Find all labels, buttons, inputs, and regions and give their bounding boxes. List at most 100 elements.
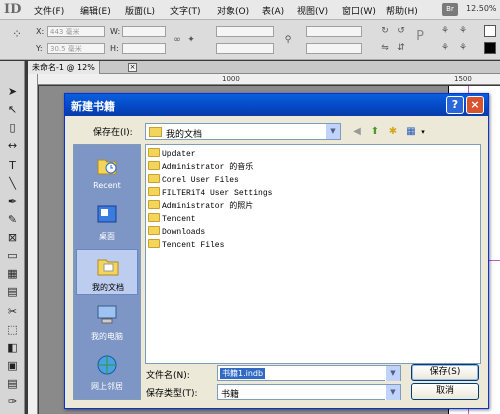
folder-icon bbox=[148, 148, 160, 157]
gap-tool-icon[interactable]: ↔ bbox=[4, 137, 21, 154]
line-tool-icon[interactable]: ╲ bbox=[4, 175, 21, 192]
close-icon[interactable]: × bbox=[128, 63, 137, 72]
back-icon[interactable]: ◀ bbox=[350, 125, 364, 139]
select-content-icon[interactable]: ⚘ bbox=[458, 26, 468, 36]
save-button[interactable]: 保存(S) bbox=[411, 364, 479, 381]
menu-type[interactable]: 文字(T) bbox=[170, 4, 201, 17]
place-label: 网上邻居 bbox=[91, 382, 123, 391]
zoom-level[interactable]: 12.50% bbox=[466, 4, 497, 13]
place-desktop[interactable]: 桌面 bbox=[76, 199, 138, 245]
transform-icon[interactable]: ✦ bbox=[186, 35, 196, 45]
rotate-ccw-icon[interactable]: ↺ bbox=[396, 26, 406, 36]
gradient-feather-tool-icon[interactable]: ▣ bbox=[4, 357, 21, 374]
y-label: Y: bbox=[36, 44, 43, 53]
h-field[interactable] bbox=[122, 43, 166, 54]
list-item[interactable]: Tencent Files bbox=[148, 239, 224, 252]
chevron-down-icon[interactable]: ▼ bbox=[385, 385, 400, 400]
app-logo: ID bbox=[4, 2, 22, 17]
vertical-ruler[interactable] bbox=[28, 74, 38, 414]
bridge-button[interactable]: Br bbox=[442, 3, 458, 16]
list-item[interactable]: Corel User Files bbox=[148, 174, 239, 187]
selection-tool-icon[interactable]: ➤ bbox=[4, 83, 21, 100]
places-bar: Recent 桌面 我的文档 我的电脑 网上邻居 bbox=[73, 144, 141, 400]
dialog-titlebar[interactable]: 新建书籍 ? × bbox=[65, 94, 488, 116]
list-item[interactable]: Updater bbox=[148, 148, 196, 161]
chevron-down-icon[interactable]: ▾ bbox=[416, 125, 430, 139]
select-next-icon[interactable]: ⚘ bbox=[458, 43, 468, 53]
type-tool-icon[interactable]: T bbox=[4, 157, 21, 174]
rotate-cw-icon[interactable]: ↻ bbox=[380, 26, 390, 36]
flip-v-icon[interactable]: ⇵ bbox=[396, 43, 406, 53]
link-icon[interactable]: ⚲ bbox=[283, 35, 293, 45]
select-container-icon[interactable]: ⚘ bbox=[440, 26, 450, 36]
shear-field[interactable] bbox=[306, 43, 362, 54]
document-tab[interactable]: 未命名-1 @ 12% bbox=[28, 61, 100, 74]
file-list[interactable]: Updater Administrator 的音乐 Corel User Fil… bbox=[145, 144, 481, 364]
scale-y-field[interactable] bbox=[216, 43, 274, 54]
list-item[interactable]: Downloads bbox=[148, 226, 205, 239]
rotate-field[interactable] bbox=[306, 26, 362, 37]
menu-object[interactable]: 对象(O) bbox=[217, 4, 249, 17]
w-label: W: bbox=[110, 27, 121, 36]
constrain-icon[interactable]: ∞ bbox=[172, 35, 182, 45]
menu-edit[interactable]: 编辑(E) bbox=[80, 4, 111, 17]
close-button[interactable]: × bbox=[466, 96, 484, 114]
stroke-swatch[interactable] bbox=[484, 42, 496, 54]
free-transform-tool-icon[interactable]: ⬚ bbox=[4, 321, 21, 338]
lookin-value: 我的文档 bbox=[166, 130, 203, 140]
grid-tool-icon[interactable]: ▤ bbox=[4, 283, 21, 300]
rect-frame-tool-icon[interactable]: ⊠ bbox=[4, 229, 21, 246]
table-tool-icon[interactable]: ▦ bbox=[4, 265, 21, 282]
help-button[interactable]: ? bbox=[446, 96, 464, 114]
list-item[interactable]: FILTERiT4 User Settings bbox=[148, 187, 272, 200]
gradient-tool-icon[interactable]: ◧ bbox=[4, 339, 21, 356]
up-folder-icon[interactable]: ⬆ bbox=[368, 125, 382, 139]
eyedropper-tool-icon[interactable]: ✑ bbox=[4, 393, 21, 410]
chevron-down-icon[interactable]: ▼ bbox=[325, 124, 340, 139]
h-label: H: bbox=[110, 44, 119, 53]
place-recent[interactable]: Recent bbox=[76, 149, 138, 195]
rect-tool-icon[interactable]: ▭ bbox=[4, 247, 21, 264]
new-folder-icon[interactable]: ✱ bbox=[386, 125, 400, 139]
desktop-icon bbox=[97, 205, 117, 223]
w-field[interactable] bbox=[122, 26, 166, 37]
pen-tool-icon[interactable]: ✒ bbox=[4, 193, 21, 210]
filetype-dropdown[interactable]: 书籍 ▼ bbox=[217, 384, 401, 400]
list-item[interactable]: Administrator 的照片 bbox=[148, 200, 253, 213]
fill-swatch[interactable] bbox=[484, 25, 496, 37]
place-my-computer[interactable]: 我的电脑 bbox=[76, 299, 138, 345]
computer-icon bbox=[97, 305, 117, 324]
list-item[interactable]: Tencent bbox=[148, 213, 196, 226]
cancel-button[interactable]: 取消 bbox=[411, 383, 479, 400]
horizontal-ruler[interactable]: 1000 1500 bbox=[38, 74, 500, 85]
flip-h-icon[interactable]: ⇋ bbox=[380, 43, 390, 53]
menu-file[interactable]: 文件(F) bbox=[34, 4, 64, 17]
menu-table[interactable]: 表(A) bbox=[262, 4, 284, 17]
direct-selection-tool-icon[interactable]: ↖ bbox=[4, 101, 21, 118]
pencil-tool-icon[interactable]: ✎ bbox=[4, 211, 21, 228]
scale-x-field[interactable] bbox=[216, 26, 274, 37]
lookin-dropdown[interactable]: 我的文档 ▼ bbox=[145, 123, 341, 140]
place-my-documents[interactable]: 我的文档 bbox=[76, 249, 138, 295]
menu-view[interactable]: 视图(V) bbox=[297, 4, 328, 17]
folder-icon bbox=[148, 239, 160, 248]
place-label: Recent bbox=[93, 181, 121, 190]
scissors-tool-icon[interactable]: ✂ bbox=[4, 303, 21, 320]
note-tool-icon[interactable]: ▤ bbox=[4, 375, 21, 392]
folder-icon bbox=[148, 226, 160, 235]
filename-input[interactable]: 书籍1.indb ▼ bbox=[217, 365, 401, 381]
menu-window[interactable]: 窗口(W) bbox=[342, 4, 376, 17]
place-network[interactable]: 网上邻居 bbox=[76, 349, 138, 395]
chevron-down-icon[interactable]: ▼ bbox=[385, 366, 400, 381]
menu-layout[interactable]: 版面(L) bbox=[125, 4, 155, 17]
filetype-value: 书籍 bbox=[221, 390, 240, 400]
page-tool-icon[interactable]: ▯ bbox=[4, 119, 21, 136]
reference-point-icon[interactable]: ⁘ bbox=[12, 28, 22, 40]
menu-help[interactable]: 帮助(H) bbox=[386, 4, 418, 17]
y-field[interactable]: 30.5 毫米 bbox=[47, 43, 105, 54]
dialog-title: 新建书籍 bbox=[71, 100, 115, 113]
document-tab-bar: 未命名-1 @ 12% × bbox=[28, 61, 500, 74]
x-field[interactable]: 443 毫米 bbox=[47, 26, 105, 37]
select-prev-icon[interactable]: ⚘ bbox=[440, 43, 450, 53]
list-item[interactable]: Administrator 的音乐 bbox=[148, 161, 253, 174]
